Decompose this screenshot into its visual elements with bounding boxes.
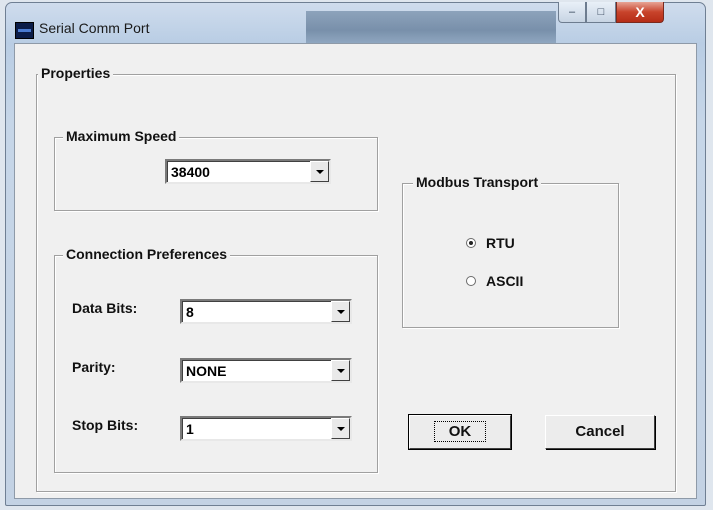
data-bits-select[interactable]: 8 [180, 299, 352, 324]
dialog-client-area: Properties Maximum Speed 38400 Connectio… [14, 43, 697, 499]
app-icon [15, 22, 34, 39]
connection-preferences-legend: Connection Preferences [63, 246, 231, 262]
cancel-button-label: Cancel [575, 423, 625, 440]
max-speed-select[interactable]: 38400 [165, 159, 331, 184]
stop-bits-label: Stop Bits: [72, 417, 139, 433]
maximize-button[interactable]: □ [586, 2, 616, 23]
minimize-icon: ‒ [568, 6, 576, 18]
properties-group: Properties Maximum Speed 38400 Connectio… [36, 65, 676, 492]
window-title: Serial Comm Port [39, 20, 150, 36]
chevron-down-icon[interactable] [331, 418, 350, 439]
stop-bits-select[interactable]: 1 [180, 416, 352, 441]
max-speed-legend: Maximum Speed [63, 128, 180, 144]
chevron-down-icon[interactable] [310, 161, 329, 182]
ok-button[interactable]: OK [408, 414, 512, 450]
chevron-down-icon[interactable] [331, 360, 350, 381]
max-speed-group: Maximum Speed 38400 [54, 128, 378, 211]
max-speed-value: 38400 [171, 164, 210, 180]
connection-preferences-group: Connection Preferences Data Bits: 8 Pari… [54, 246, 378, 473]
stop-bits-value: 1 [186, 421, 194, 437]
title-bar[interactable]: Serial Comm Port ‒ □ X [6, 2, 705, 43]
parity-label: Parity: [72, 359, 116, 375]
caption-buttons: ‒ □ X [558, 2, 664, 24]
properties-legend: Properties [38, 65, 114, 81]
maximize-icon: □ [597, 6, 605, 18]
data-bits-value: 8 [186, 304, 194, 320]
parity-select[interactable]: NONE [180, 358, 352, 383]
radio-unselected-icon[interactable] [466, 276, 476, 286]
modbus-transport-legend: Modbus Transport [413, 174, 542, 190]
minimize-button[interactable]: ‒ [558, 2, 586, 23]
close-icon: X [635, 4, 645, 20]
ok-button-label: OK [433, 421, 487, 442]
dialog-window: Serial Comm Port ‒ □ X Properties Maximu… [5, 2, 706, 506]
cancel-button[interactable]: Cancel [545, 415, 655, 449]
radio-rtu[interactable]: RTU [466, 235, 515, 251]
parity-value: NONE [186, 363, 227, 379]
data-bits-label: Data Bits: [72, 300, 138, 316]
radio-rtu-label: RTU [486, 235, 515, 251]
radio-selected-icon[interactable] [466, 238, 476, 248]
chevron-down-icon[interactable] [331, 301, 350, 322]
modbus-transport-group: Modbus Transport RTU ASCII [402, 174, 619, 328]
radio-ascii[interactable]: ASCII [466, 273, 523, 289]
radio-ascii-label: ASCII [486, 273, 524, 289]
close-button[interactable]: X [616, 2, 664, 23]
title-bar-reflection [306, 11, 556, 43]
